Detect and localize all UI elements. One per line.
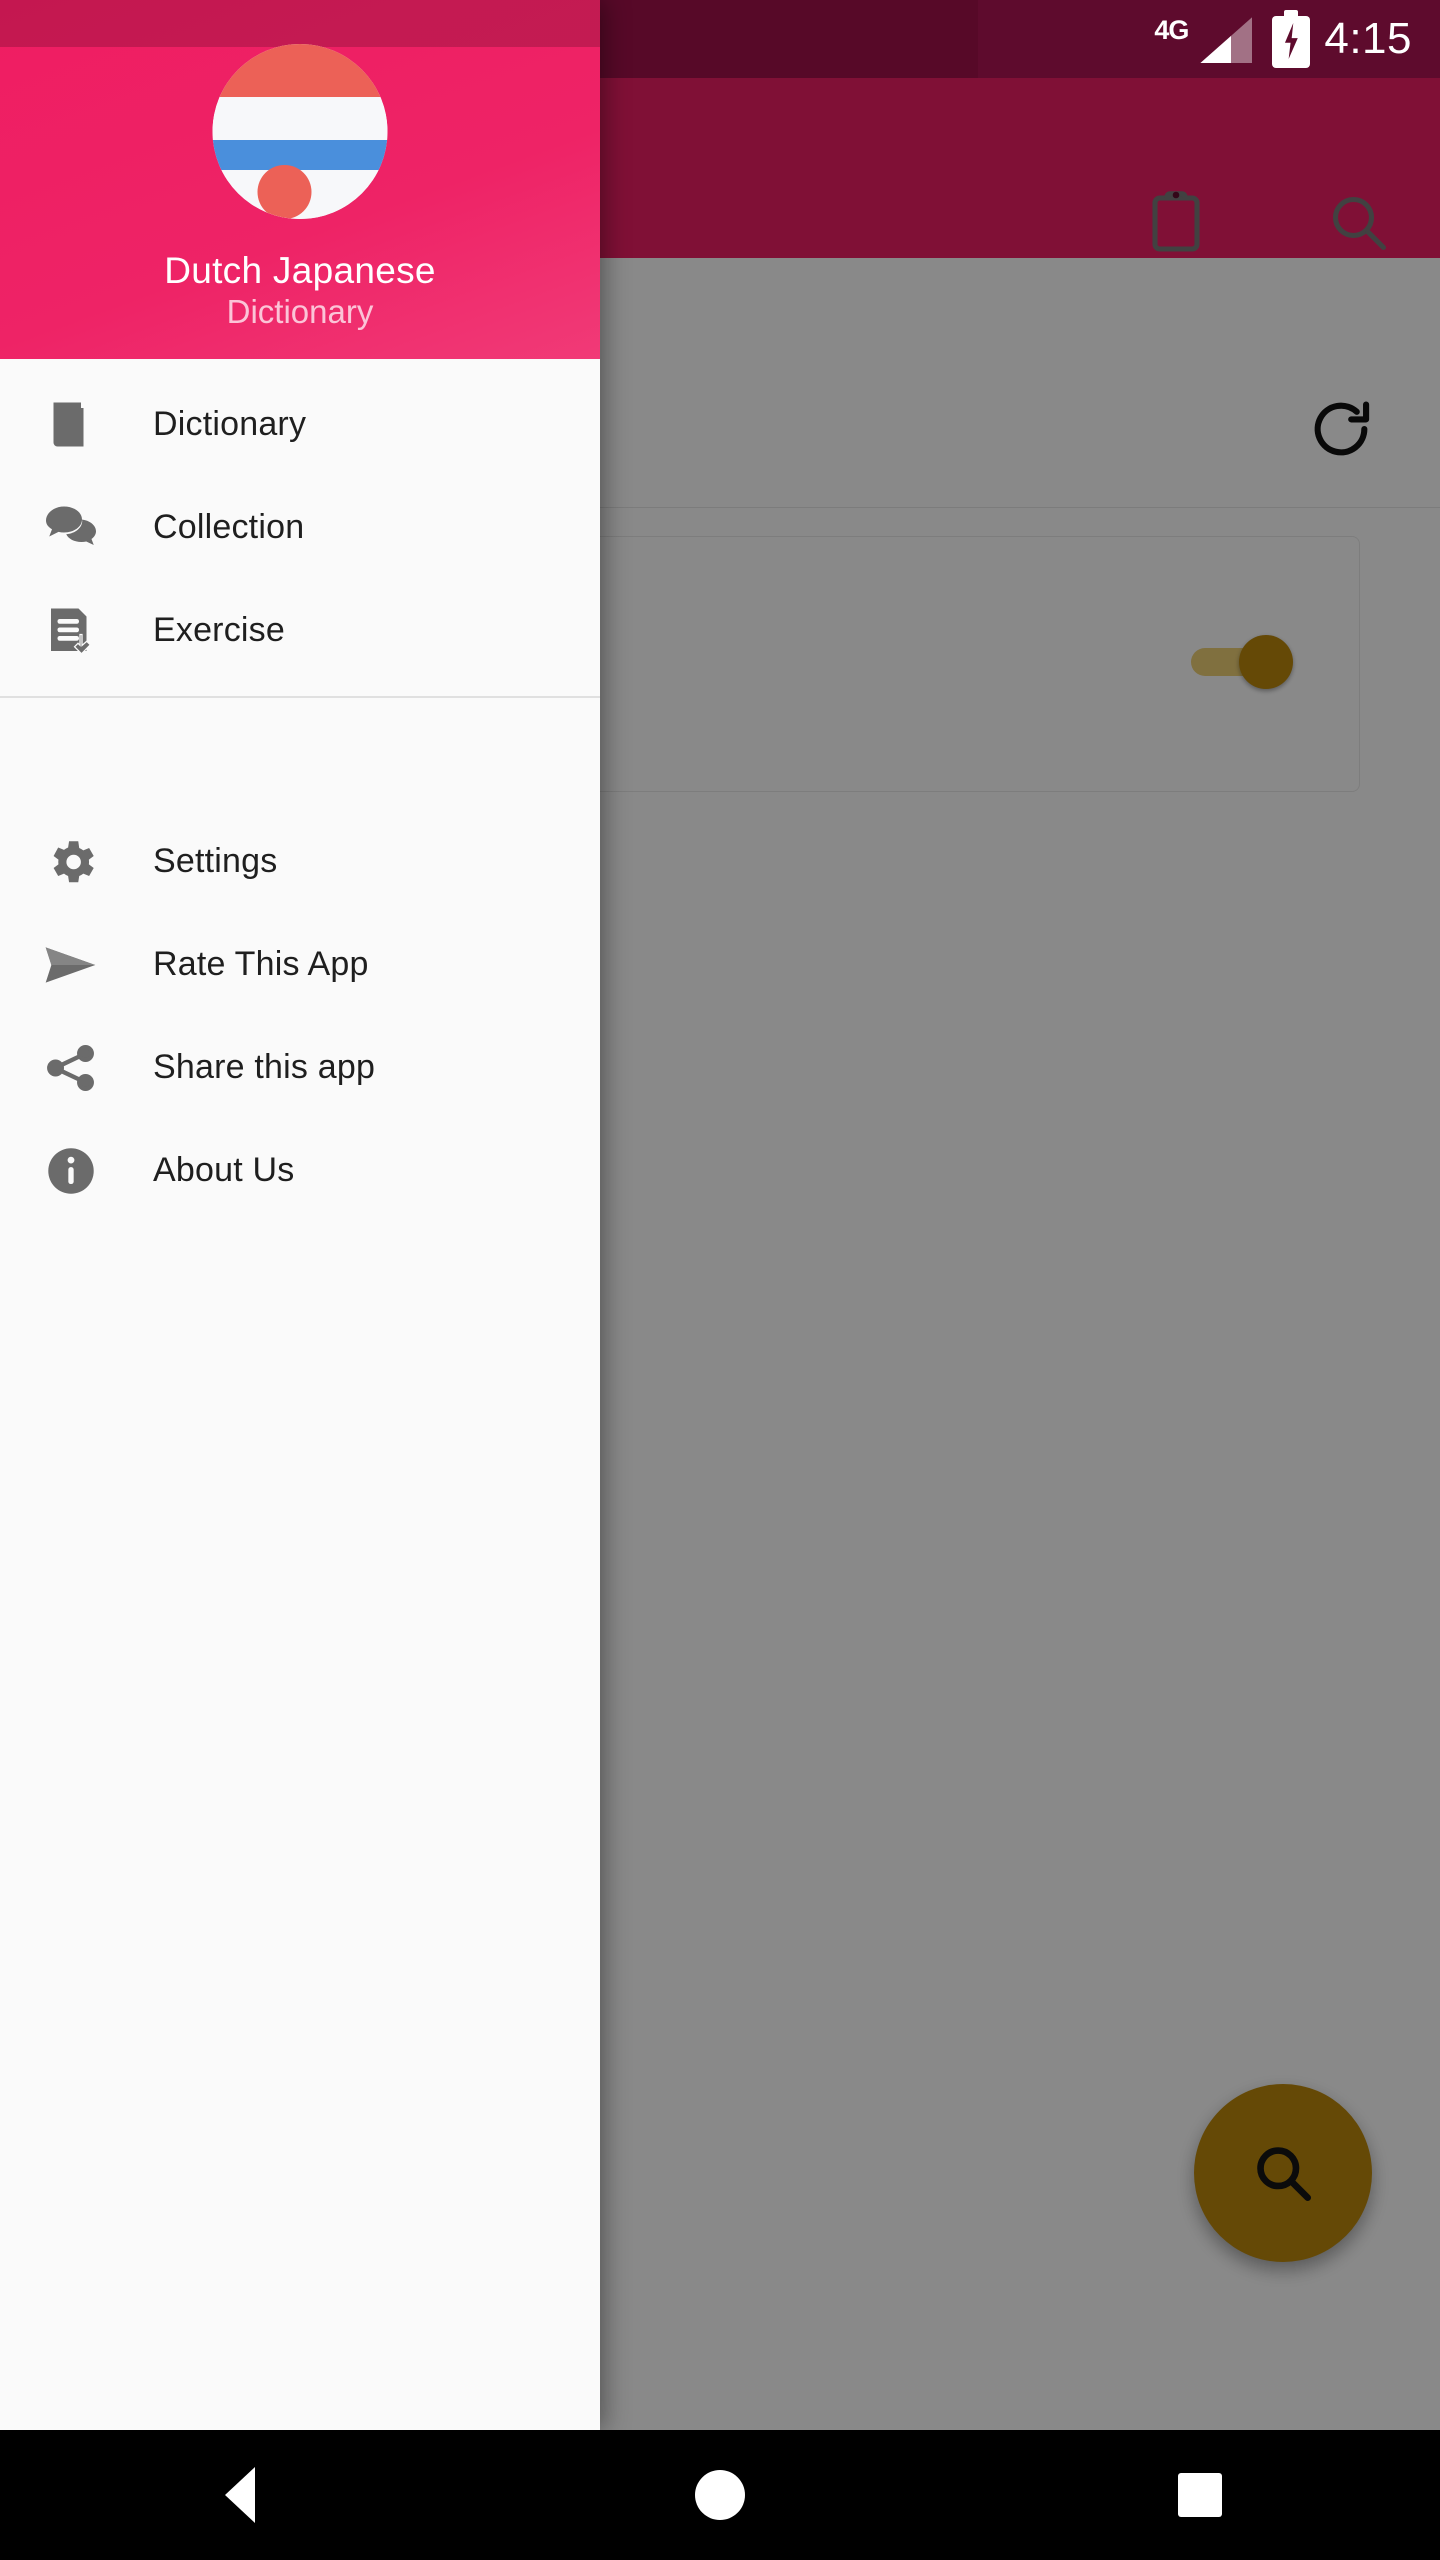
nav-home-button[interactable] [480,2470,960,2520]
share-icon [35,1032,107,1104]
menu-item-label: Settings [153,842,278,880]
home-circle-icon [695,2470,745,2520]
document-check-icon [35,595,107,667]
menu-item-label: Share this app [153,1048,376,1086]
phone-screen: 4G 4:15 Dutch Japanese Dictionary Dictio… [0,0,1440,2560]
status-bar: 4G 4:15 [978,0,1440,78]
drawer-status-overlay [0,0,600,47]
menu-item-rate-this-app[interactable]: Rate This App [0,913,600,1016]
status-clock: 4:15 [1324,14,1412,63]
navigation-drawer: Dutch Japanese Dictionary Dictionary Col… [0,0,600,2430]
menu-item-share-this-app[interactable]: Share this app [0,1016,600,1119]
menu-item-label: Collection [153,508,305,546]
drawer-menu: Dictionary Collection Exercise Settings … [0,359,600,1222]
chat-bubbles-icon [35,492,107,564]
back-triangle-icon [225,2467,255,2523]
drawer-spacer [0,698,600,810]
menu-item-collection[interactable]: Collection [0,476,600,579]
nav-back-button[interactable] [0,2467,480,2523]
dutch-japanese-flag-avatar [212,44,388,219]
book-icon [35,389,107,461]
recents-square-icon [1178,2473,1222,2517]
menu-item-label: About Us [153,1151,295,1189]
menu-item-settings[interactable]: Settings [0,810,600,913]
signal-bars-icon: 4G [1154,13,1258,65]
menu-item-label: Dictionary [153,405,307,443]
nav-recents-button[interactable] [960,2473,1440,2517]
signal-triangle [1200,17,1253,63]
menu-item-label: Exercise [153,611,285,649]
send-icon [35,929,107,1001]
menu-item-exercise[interactable]: Exercise [0,579,600,682]
drawer-subtitle: Dictionary [226,293,374,330]
gear-icon [35,826,107,898]
network-type-label: 4G [1154,15,1189,45]
drawer-header: Dutch Japanese Dictionary [0,0,600,359]
info-icon [35,1135,107,1207]
menu-item-label: Rate This App [153,945,369,983]
drawer-title: Dutch Japanese [164,250,436,291]
menu-item-dictionary[interactable]: Dictionary [0,373,600,476]
battery-charging-icon [1272,10,1311,68]
menu-item-about-us[interactable]: About Us [0,1119,600,1222]
system-navigation-bar [0,2430,1440,2560]
